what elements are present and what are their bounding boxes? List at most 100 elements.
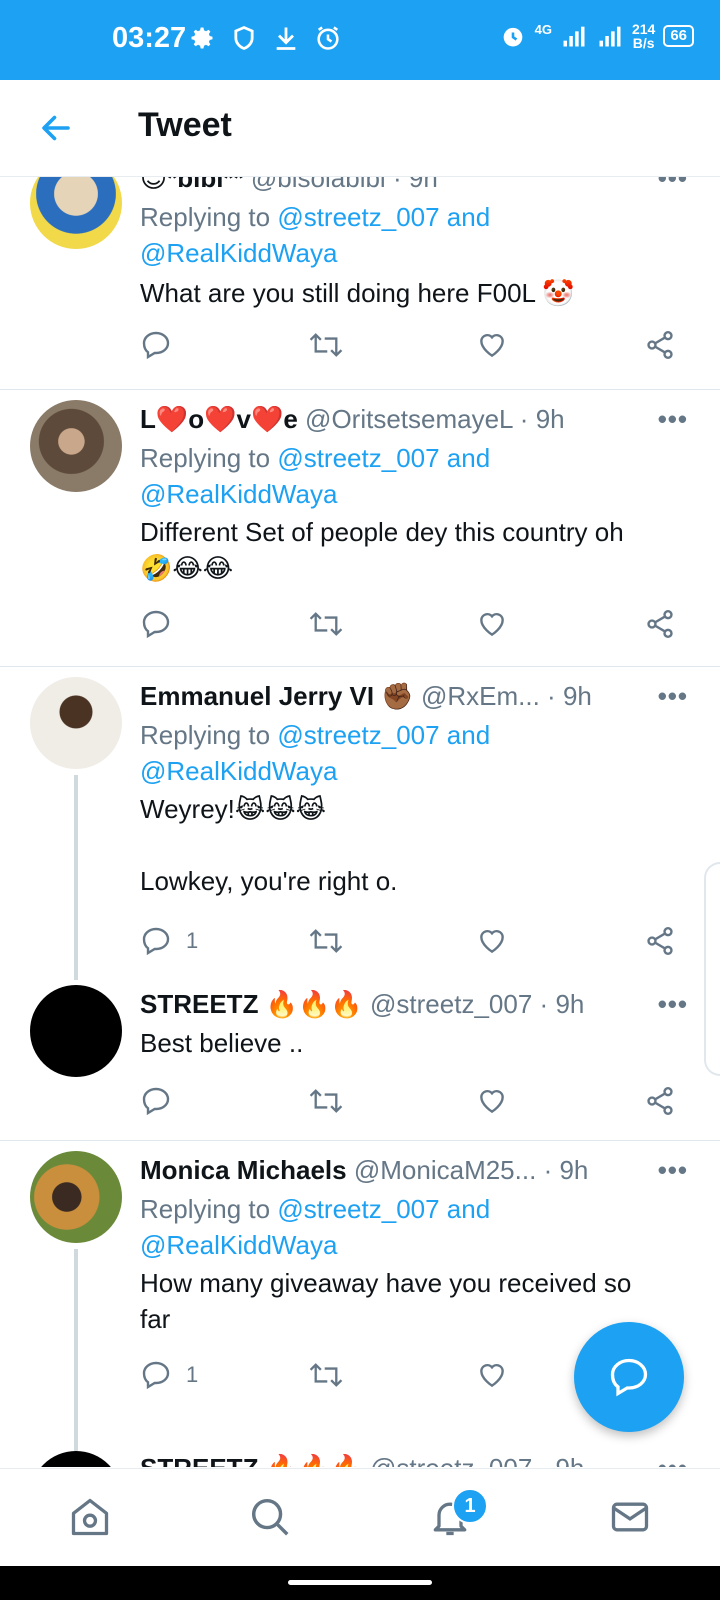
page-title: Tweet bbox=[138, 106, 232, 144]
share-button[interactable] bbox=[644, 329, 676, 361]
shield-icon bbox=[234, 25, 254, 50]
divider bbox=[0, 1140, 720, 1141]
share-button[interactable] bbox=[644, 925, 676, 957]
share-icon bbox=[647, 610, 673, 638]
avatar[interactable] bbox=[30, 177, 122, 249]
reply-button[interactable] bbox=[140, 1085, 172, 1117]
reply-icon bbox=[142, 610, 170, 639]
author-handle[interactable]: @streetz_007 bbox=[370, 1453, 532, 1467]
mention-link[interactable]: @streetz_007 and bbox=[277, 1194, 490, 1224]
retweet-button[interactable] bbox=[308, 925, 344, 957]
tweet-time: 9h bbox=[559, 1155, 589, 1185]
tweet-text: What are you still doing here F00L 🤡 bbox=[140, 278, 575, 308]
author-name[interactable]: Emmanuel Jerry VI ✊🏾 bbox=[140, 681, 414, 711]
status-time: 03:27 bbox=[112, 22, 187, 54]
retweet-button[interactable] bbox=[308, 329, 344, 361]
author-name[interactable]: Monica Michaels bbox=[140, 1155, 347, 1185]
reply-icon bbox=[142, 331, 170, 360]
mention-link[interactable]: @RealKiddWaya bbox=[140, 479, 337, 509]
retweet-button[interactable] bbox=[308, 1359, 344, 1391]
tweet-time: 9h bbox=[535, 404, 565, 434]
download-icon bbox=[276, 27, 296, 50]
tweet-actions bbox=[140, 1085, 690, 1121]
avatar[interactable] bbox=[30, 677, 122, 769]
mention-link[interactable]: @RealKiddWaya bbox=[140, 1230, 337, 1260]
more-options-icon[interactable]: ••• bbox=[658, 404, 688, 435]
like-button[interactable] bbox=[476, 1085, 508, 1117]
reply-button[interactable]: 1 bbox=[140, 1359, 198, 1391]
back-arrow-icon[interactable] bbox=[38, 110, 74, 146]
author-name[interactable]: L❤️o❤️v❤️e bbox=[140, 404, 298, 434]
share-icon bbox=[647, 927, 673, 955]
author-name[interactable]: 😊*bibi** bbox=[140, 177, 244, 193]
avatar[interactable] bbox=[30, 1451, 122, 1467]
avatar[interactable] bbox=[30, 985, 122, 1077]
like-button[interactable] bbox=[476, 1359, 508, 1391]
like-button[interactable] bbox=[476, 608, 508, 640]
tab-messages[interactable] bbox=[602, 1489, 658, 1545]
network-speed: 214 B/s bbox=[631, 21, 656, 51]
mention-link[interactable]: @streetz_007 and bbox=[277, 443, 490, 473]
scroll-handle[interactable] bbox=[704, 862, 720, 1076]
author-handle[interactable]: @MonicaM25... bbox=[354, 1155, 536, 1185]
reply-button[interactable]: 1 bbox=[140, 925, 198, 957]
mention-link[interactable]: @RealKiddWaya bbox=[140, 238, 337, 268]
mail-icon bbox=[611, 1502, 649, 1532]
tweet-header: STREETZ 🔥🔥🔥 @streetz_007 · 9h bbox=[140, 989, 585, 1019]
compose-reply-button[interactable] bbox=[574, 1322, 684, 1432]
tab-search[interactable] bbox=[242, 1489, 298, 1545]
reply-icon bbox=[142, 1361, 170, 1390]
retweet-icon bbox=[309, 333, 343, 357]
search-icon bbox=[251, 1498, 289, 1536]
author-name[interactable]: STREETZ 🔥🔥🔥 bbox=[140, 989, 363, 1019]
heart-icon bbox=[480, 1089, 504, 1114]
like-button[interactable] bbox=[476, 329, 508, 361]
replying-to: Replying to @streetz_007 and @RealKiddWa… bbox=[140, 720, 491, 786]
system-nav-bar bbox=[0, 1566, 720, 1600]
tweet-actions bbox=[140, 329, 690, 365]
reply-icon bbox=[142, 927, 170, 956]
author-name[interactable]: STREETZ 🔥🔥🔥 bbox=[140, 1453, 363, 1467]
retweet-button[interactable] bbox=[308, 1085, 344, 1117]
tab-home[interactable] bbox=[62, 1489, 118, 1545]
heart-icon bbox=[480, 1363, 504, 1388]
more-options-icon[interactable]: ••• bbox=[658, 681, 688, 712]
reply-bubble-icon bbox=[610, 1358, 648, 1397]
home-gesture-pill[interactable] bbox=[288, 1580, 432, 1585]
divider bbox=[0, 389, 720, 390]
notification-badge: 1 bbox=[452, 1488, 488, 1524]
author-handle[interactable]: @bisolabibi bbox=[251, 177, 386, 193]
home-icon bbox=[71, 1498, 109, 1536]
tweet-text: Best believe .. bbox=[140, 1028, 304, 1058]
more-options-icon[interactable]: ••• bbox=[658, 1453, 688, 1467]
tweet-header: Emmanuel Jerry VI ✊🏾 @RxEm... · 9h bbox=[140, 681, 592, 711]
share-button[interactable] bbox=[644, 1085, 676, 1117]
replying-to: Replying to @streetz_007 and @RealKiddWa… bbox=[140, 202, 491, 268]
retweet-icon bbox=[309, 612, 343, 636]
tweet-time: 9h bbox=[555, 989, 585, 1019]
battery-indicator: 66 bbox=[663, 25, 694, 47]
author-handle[interactable]: @RxEm... bbox=[421, 681, 540, 711]
thread-line bbox=[74, 775, 78, 980]
more-options-icon[interactable]: ••• bbox=[658, 177, 688, 194]
mention-link[interactable]: @streetz_007 and bbox=[277, 720, 490, 750]
author-handle[interactable]: @OritsetsemayeL bbox=[305, 404, 513, 434]
divider bbox=[0, 666, 720, 667]
replying-to: Replying to @streetz_007 and @RealKiddWa… bbox=[140, 443, 491, 509]
mention-link[interactable]: @RealKiddWaya bbox=[140, 756, 337, 786]
retweet-button[interactable] bbox=[308, 608, 344, 640]
retweet-icon bbox=[309, 929, 343, 953]
avatar[interactable] bbox=[30, 400, 122, 492]
share-icon bbox=[647, 331, 673, 359]
reply-button[interactable] bbox=[140, 608, 172, 640]
more-options-icon[interactable]: ••• bbox=[658, 989, 688, 1020]
reply-button[interactable] bbox=[140, 329, 172, 361]
more-options-icon[interactable]: ••• bbox=[658, 1155, 688, 1186]
mention-link[interactable]: @streetz_007 and bbox=[277, 202, 490, 232]
author-handle[interactable]: @streetz_007 bbox=[370, 989, 532, 1019]
share-button[interactable] bbox=[644, 608, 676, 640]
avatar[interactable] bbox=[30, 1151, 122, 1243]
heart-icon bbox=[480, 929, 504, 954]
like-button[interactable] bbox=[476, 925, 508, 957]
heart-icon bbox=[480, 612, 504, 637]
